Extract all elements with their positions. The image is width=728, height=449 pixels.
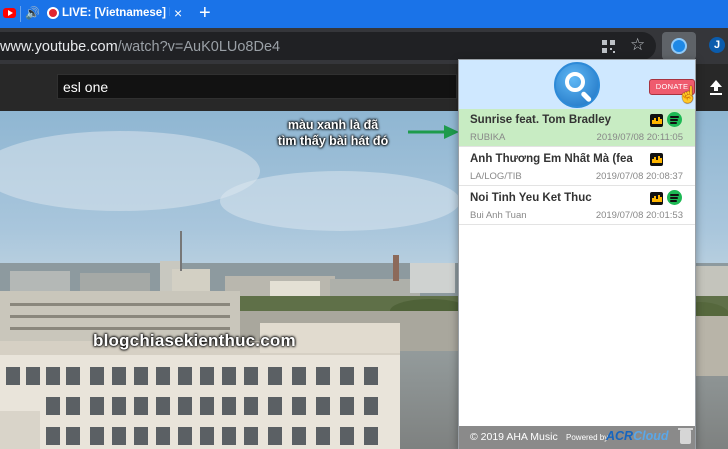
bookmark-star-icon[interactable]: ☆	[630, 36, 645, 53]
aha-music-icon	[671, 38, 687, 54]
address-bar[interactable]: www.youtube.com/watch?v=AuK0LUo8De4 ☆	[0, 32, 656, 60]
song-title[interactable]: Noi Tinh Yeu Ket Thuc	[470, 192, 634, 204]
search-query: esl one	[63, 79, 109, 95]
acrcloud-logo[interactable]: ACRCloud	[606, 429, 669, 443]
logo-lens	[565, 72, 585, 92]
annotation-line-2: tìm thấy bài hát đó	[277, 134, 389, 148]
new-tab-button[interactable]: +	[199, 3, 211, 23]
copyright-text: © 2019 AHA Music	[470, 431, 558, 443]
song-timestamp: 2019/07/08 20:01:53	[595, 210, 683, 221]
live-record-icon	[47, 7, 59, 19]
song-timestamp: 2019/07/08 20:11:05	[596, 132, 683, 143]
logo-handle	[580, 90, 593, 103]
magnifier-logo-icon[interactable]	[554, 62, 600, 108]
watermark-text: blogchiasekienthuc.com	[93, 331, 296, 350]
youtube-favicon-icon[interactable]	[3, 8, 16, 18]
url-host: www.youtube.com	[0, 39, 118, 55]
song-title[interactable]: Anh Thương Em Nhất Mà (fea	[470, 153, 634, 165]
url-path: /watch?v=AuK0LUo8De4	[117, 39, 281, 55]
url-text[interactable]: www.youtube.com/watch?v=AuK0LUo8De4	[0, 39, 280, 55]
pointing-hand-icon: ☝	[678, 87, 698, 104]
tab-strip: 🔊 LIVE: [Vietnamese] ESL O × +	[0, 0, 728, 28]
annotation-arrow-icon	[408, 125, 459, 139]
tab-divider	[20, 6, 21, 22]
upload-icon[interactable]	[709, 79, 723, 95]
song-title[interactable]: Sunrise feat. Tom Bradley	[470, 114, 634, 126]
song-row[interactable]: Anh Thương Em Nhất Mà (fea LA/LOG/TIB 2019…	[459, 148, 695, 186]
popup-footer: © 2019 AHA Music Powered by ACRCloud	[459, 426, 695, 449]
song-artist: Bui Anh Tuan	[470, 210, 527, 221]
deezer-icon[interactable]	[650, 153, 663, 166]
youtube-search-input[interactable]: esl one	[57, 74, 457, 99]
powered-by-text: Powered by	[566, 433, 609, 442]
annotation-line-1: màu xanh là đã	[287, 118, 379, 132]
speaker-icon[interactable]: 🔊	[25, 6, 40, 20]
aha-music-popup: DONATE ☝ Sunrise feat. Tom Bradley RUBIKA…	[458, 59, 698, 449]
spotify-icon[interactable]	[667, 112, 682, 127]
tab-title[interactable]: LIVE: [Vietnamese] ESL O	[62, 7, 170, 21]
aha-music-extension-button[interactable]	[662, 32, 696, 60]
song-artist: LA/LOG/TIB	[470, 171, 522, 182]
profile-avatar[interactable]: J	[709, 37, 725, 53]
song-artist: RUBIKA	[470, 132, 506, 143]
tab-close-button[interactable]: ×	[174, 6, 182, 20]
spotify-icon[interactable]	[667, 190, 682, 205]
acr-logo-prefix: ACR	[606, 429, 634, 443]
acr-logo-suffix: Cloud	[633, 429, 669, 443]
deezer-icon[interactable]	[650, 114, 663, 127]
song-timestamp: 2019/07/08 20:08:37	[595, 171, 683, 182]
trash-icon[interactable]	[678, 428, 693, 444]
song-row[interactable]: Noi Tinh Yeu Ket Thuc Bui Anh Tuan 2019/07…	[459, 187, 695, 225]
deezer-icon[interactable]	[650, 192, 663, 205]
annotation-text: màu xanh là đã tìm thấy bài hát đó	[248, 117, 418, 149]
popup-header: DONATE ☝	[459, 60, 698, 109]
song-row[interactable]: Sunrise feat. Tom Bradley RUBIKA 2019/07/0…	[459, 109, 695, 147]
qr-code-icon[interactable]	[602, 40, 615, 53]
